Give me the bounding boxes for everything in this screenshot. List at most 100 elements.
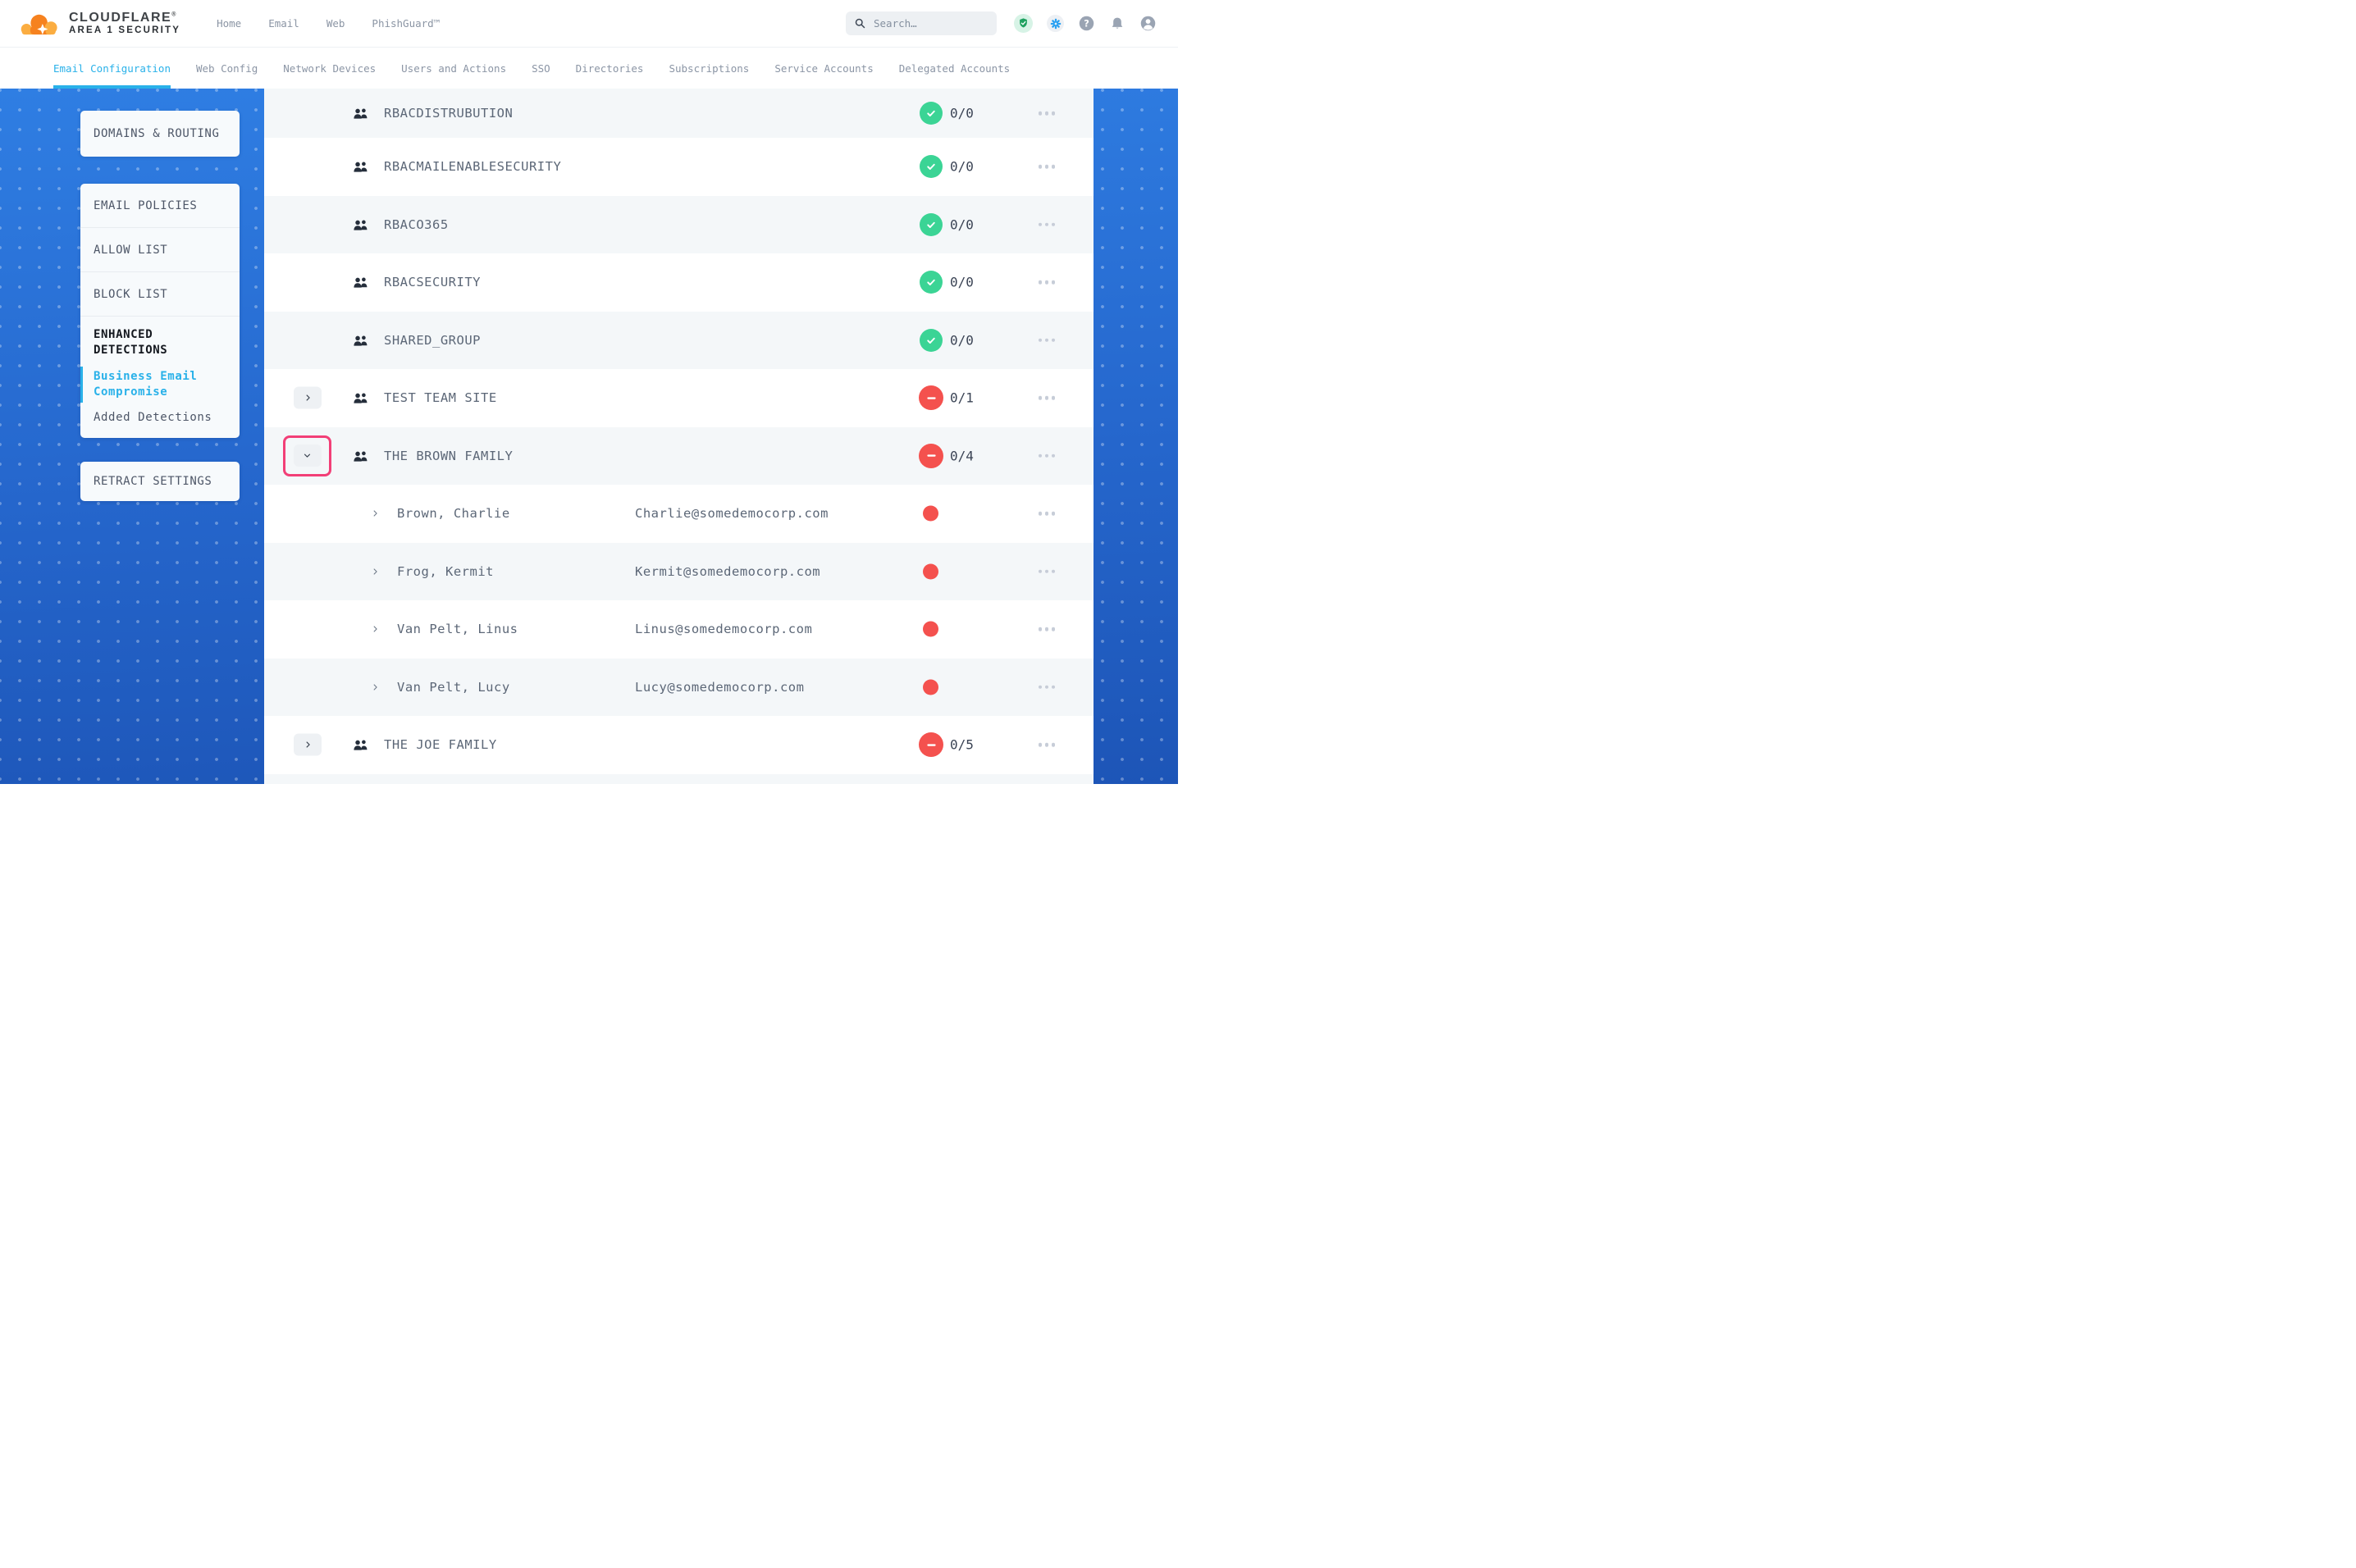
content-area: DOMAINS & ROUTING EMAIL POLICIES ALLOW L… xyxy=(0,89,1178,784)
sidebar-section-enhanced-detections[interactable]: ENHANCED DETECTIONS xyxy=(80,316,240,358)
security-shield-icon[interactable] xyxy=(1014,14,1033,33)
group-row: THE JOE FAMILY 0/5 xyxy=(264,716,1094,774)
more-actions-button[interactable] xyxy=(1027,396,1066,400)
group-icon xyxy=(353,107,368,119)
sidebar-policies-card: EMAIL POLICIES ALLOW LIST BLOCK LIST ENH… xyxy=(80,184,240,438)
tab-network-devices[interactable]: Network Devices xyxy=(283,48,376,89)
groups-table: RBACDISTRUBUTION 0/0 RBACMAILENABLESECUR… xyxy=(264,89,1094,784)
tab-delegated-accounts[interactable]: Delegated Accounts xyxy=(899,48,1010,89)
group-icon xyxy=(353,219,368,230)
search-input[interactable] xyxy=(872,16,982,30)
group-name: SHARED_GROUP xyxy=(384,333,481,348)
chevron-right-icon[interactable] xyxy=(371,567,380,576)
more-actions-button[interactable] xyxy=(1027,112,1066,116)
more-actions-button[interactable] xyxy=(1027,280,1066,285)
sidebar-item-business-email-compromise[interactable]: Business Email Compromise xyxy=(80,369,240,400)
tab-service-accounts[interactable]: Service Accounts xyxy=(774,48,873,89)
member-count: 0/5 xyxy=(950,737,974,753)
sidebar-item-domains-routing[interactable]: DOMAINS & ROUTING xyxy=(80,111,240,157)
sidebar-item-block-list[interactable]: BLOCK LIST xyxy=(80,271,240,316)
sidebar-item-added-detections[interactable]: Added Detections xyxy=(80,411,240,426)
sidebar-label: BLOCK LIST xyxy=(94,288,167,301)
member-email: Lucy@somedemocorp.com xyxy=(635,680,804,695)
status-badge-ok xyxy=(920,155,943,178)
more-actions-button[interactable] xyxy=(1027,686,1066,690)
nav-item-home[interactable]: Home xyxy=(217,17,241,30)
sidebar-label: Added Detections xyxy=(94,411,212,424)
status-badge-ok xyxy=(920,213,943,236)
group-name: THE BROWN FAMILY xyxy=(384,449,513,463)
sidebar-label: EMAIL POLICIES xyxy=(94,199,197,212)
group-icon xyxy=(353,450,368,462)
group-row: THE BROWN FAMILY 0/4 xyxy=(264,427,1094,485)
tab-directories[interactable]: Directories xyxy=(576,48,644,89)
app-window: CLOUDFLARE® AREA 1 SECURITY Home Email W… xyxy=(0,0,1178,784)
more-actions-button[interactable] xyxy=(1027,570,1066,574)
search-box[interactable] xyxy=(846,11,997,35)
nav-item-phishguard[interactable]: PhishGuard™ xyxy=(372,17,440,30)
status-dot-blocked xyxy=(923,679,938,695)
expand-group-button[interactable] xyxy=(294,734,322,756)
member-count: 0/4 xyxy=(950,448,974,463)
tab-sso[interactable]: SSO xyxy=(532,48,550,89)
table-row-partial xyxy=(264,774,1094,785)
collapse-group-button[interactable] xyxy=(294,444,322,467)
sidebar-item-retract-settings[interactable]: RETRACT SETTINGS xyxy=(80,462,240,501)
more-actions-button[interactable] xyxy=(1027,743,1066,747)
help-icon[interactable]: ? xyxy=(1078,15,1095,32)
settings-gear-icon[interactable] xyxy=(1047,15,1064,32)
more-actions-button[interactable] xyxy=(1027,339,1066,343)
member-email: Charlie@somedemocorp.com xyxy=(635,506,829,521)
member-name: Van Pelt, Lucy xyxy=(397,680,510,695)
sidebar-label: ENHANCED DETECTIONS xyxy=(94,328,167,357)
tab-web-config[interactable]: Web Config xyxy=(196,48,258,89)
status-dot-blocked xyxy=(923,622,938,637)
chevron-right-icon[interactable] xyxy=(371,682,380,691)
status-badge-ok xyxy=(920,102,943,125)
member-count: 0/0 xyxy=(950,106,974,121)
sidebar-item-email-policies[interactable]: EMAIL POLICIES xyxy=(80,184,240,227)
member-row: Van Pelt, Linus Linus@somedemocorp.com xyxy=(264,600,1094,659)
cloudflare-logo[interactable]: CLOUDFLARE® AREA 1 SECURITY xyxy=(18,9,180,39)
top-bar: CLOUDFLARE® AREA 1 SECURITY Home Email W… xyxy=(0,0,1178,48)
more-actions-button[interactable] xyxy=(1027,165,1066,169)
more-actions-button[interactable] xyxy=(1027,512,1066,516)
member-name: Frog, Kermit xyxy=(397,564,494,579)
user-avatar-icon[interactable] xyxy=(1139,15,1157,32)
sidebar-label: RETRACT SETTINGS xyxy=(94,475,212,488)
group-name: TEST TEAM SITE xyxy=(384,390,497,405)
more-actions-button[interactable] xyxy=(1027,454,1066,458)
group-name: RBACDISTRUBUTION xyxy=(384,106,513,121)
expand-group-button[interactable] xyxy=(294,387,322,409)
group-icon xyxy=(353,335,368,346)
nav-item-web[interactable]: Web xyxy=(326,17,345,30)
member-count: 0/0 xyxy=(950,217,974,232)
sidebar-label: Business Email Compromise xyxy=(94,370,197,399)
group-name: RBACSECURITY xyxy=(384,275,481,289)
sidebar-label: DOMAINS & ROUTING xyxy=(94,127,220,140)
chevron-right-icon[interactable] xyxy=(371,625,380,634)
member-count: 0/0 xyxy=(950,275,974,290)
group-icon xyxy=(353,276,368,288)
member-count: 0/0 xyxy=(950,332,974,348)
nav-item-email[interactable]: Email xyxy=(268,17,299,30)
status-badge-blocked xyxy=(919,732,943,757)
header-icon-cluster: ? xyxy=(1014,14,1160,33)
more-actions-button[interactable] xyxy=(1027,223,1066,227)
notifications-bell-icon[interactable] xyxy=(1109,16,1125,32)
tab-subscriptions[interactable]: Subscriptions xyxy=(669,48,749,89)
logo-text: CLOUDFLARE® AREA 1 SECURITY xyxy=(69,11,180,35)
more-actions-button[interactable] xyxy=(1027,627,1066,631)
chevron-right-icon[interactable] xyxy=(371,509,380,518)
primary-nav: Home Email Web PhishGuard™ xyxy=(217,17,440,30)
member-name: Brown, Charlie xyxy=(397,506,510,521)
member-email: Linus@somedemocorp.com xyxy=(635,622,812,636)
tab-users-and-actions[interactable]: Users and Actions xyxy=(401,48,506,89)
sidebar-item-allow-list[interactable]: ALLOW LIST xyxy=(80,227,240,271)
status-dot-blocked xyxy=(923,506,938,522)
tab-email-configuration[interactable]: Email Configuration xyxy=(53,48,171,89)
registered-mark: ® xyxy=(171,12,176,18)
member-count: 0/1 xyxy=(950,390,974,406)
expand-button-wrap xyxy=(294,387,322,409)
group-row: RBACDISTRUBUTION 0/0 xyxy=(264,89,1094,138)
